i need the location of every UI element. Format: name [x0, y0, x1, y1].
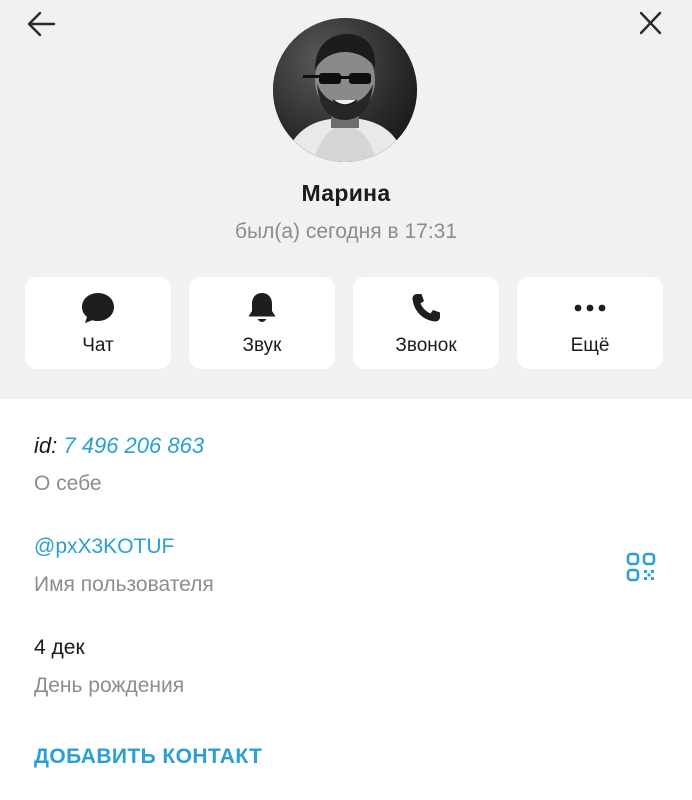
birthday-value: 4 дек: [34, 636, 85, 659]
close-button[interactable]: [632, 6, 670, 42]
user-id-value: 7 496 206 863: [63, 433, 205, 458]
phone-icon: [412, 294, 440, 322]
call-label: Звонок: [395, 335, 457, 356]
arrow-left-icon: [27, 11, 56, 37]
birthday-label: День рождения: [34, 674, 185, 697]
last-seen-status: был(а) сегодня в 17:31: [234, 220, 458, 243]
call-button[interactable]: Звонок: [353, 277, 499, 369]
chat-button[interactable]: Чат: [25, 277, 171, 369]
about-label: О себе: [34, 472, 102, 495]
bell-icon: [248, 293, 276, 322]
more-label: Ещё: [570, 335, 610, 356]
qr-code-icon: [626, 552, 656, 582]
username-label: Имя пользователя: [34, 573, 214, 596]
back-button[interactable]: [22, 6, 62, 42]
profile-header: Марина был(а) сегодня в 17:31 Чат Звук З…: [0, 0, 692, 399]
user-id[interactable]: id: 7 496 206 863: [34, 433, 204, 459]
more-button[interactable]: Ещё: [517, 277, 663, 369]
profile-name: Марина: [301, 180, 391, 206]
close-icon: [639, 11, 662, 35]
add-contact-button[interactable]: ДОБАВИТЬ КОНТАКТ: [34, 745, 262, 769]
chat-label: Чат: [82, 335, 114, 356]
username-value[interactable]: @pxX3KOTUF: [34, 535, 174, 559]
more-dots-icon: [574, 304, 606, 312]
sound-button[interactable]: Звук: [189, 277, 335, 369]
sound-label: Звук: [242, 335, 282, 356]
qr-code-button[interactable]: [624, 550, 658, 584]
chat-bubble-icon: [82, 293, 114, 323]
avatar[interactable]: [273, 18, 417, 162]
user-id-prefix: id:: [34, 433, 58, 458]
avatar-photo: [273, 18, 417, 162]
